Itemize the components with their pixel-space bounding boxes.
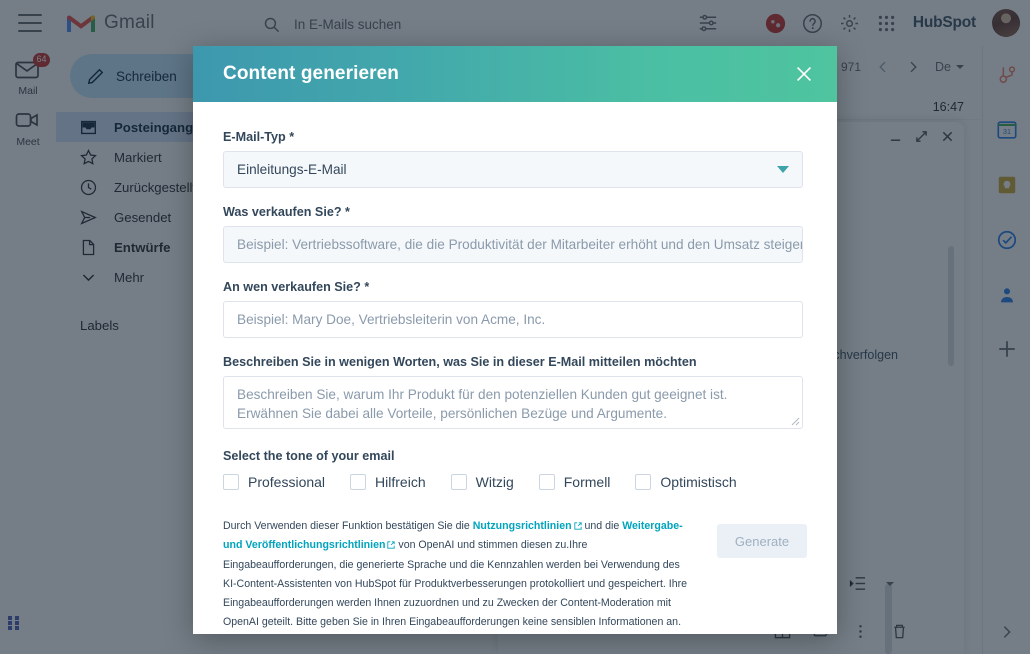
selling-what-placeholder: Beispiel: Vertriebssoftware, die die Pro…: [237, 237, 803, 252]
selling-to-placeholder: Beispiel: Mary Doe, Vertriebsleiterin vo…: [237, 312, 546, 327]
email-type-select[interactable]: Einleitungs-E-Mail: [223, 151, 803, 188]
selling-what-input[interactable]: Beispiel: Vertriebssoftware, die die Pro…: [223, 226, 803, 263]
tone-option-witzig[interactable]: Witzig: [450, 474, 514, 490]
tone-option-hilfreich[interactable]: Hilfreich: [350, 474, 426, 490]
modal-body: E-Mail-Typ * Einleitungs-E-Mail Was verk…: [193, 102, 837, 634]
checkbox-optimistisch[interactable]: [635, 474, 652, 490]
screen: Gmail In E-Mails suchen: [0, 0, 1030, 654]
disclaimer-part2: und die: [581, 520, 623, 532]
tone-label-hilfreich: Hilfreich: [375, 474, 426, 490]
disclaimer-part3: von OpenAI und stimmen diesen zu.Ihre Ei…: [223, 539, 688, 629]
disclaimer-part1: Durch Verwenden dieser Funktion bestätig…: [223, 520, 473, 532]
checkbox-witzig[interactable]: [450, 474, 467, 490]
describe-textarea[interactable]: Beschreiben Sie, warum Ihr Produkt für d…: [223, 376, 803, 429]
tone-option-optimistisch[interactable]: Optimistisch: [635, 474, 737, 490]
email-type-value: Einleitungs-E-Mail: [237, 162, 347, 177]
field-describe: Beschreiben Sie in wenigen Worten, was S…: [223, 355, 807, 429]
label-email-type: E-Mail-Typ *: [223, 130, 295, 144]
modal-header: Content generieren: [193, 46, 837, 102]
tone-option-professional[interactable]: Professional: [223, 474, 325, 490]
resize-grip-icon[interactable]: [791, 417, 800, 426]
describe-placeholder: Beschreiben Sie, warum Ihr Produkt für d…: [237, 387, 728, 421]
field-selling-to: An wen verkaufen Sie? * Beispiel: Mary D…: [223, 280, 807, 338]
content-generator-modal: Content generieren E-Mail-Typ * Einleitu…: [193, 46, 837, 634]
label-tone: Select the tone of your email: [223, 449, 395, 463]
tone-label-optimistisch: Optimistisch: [660, 474, 737, 490]
tone-options: Professional Hilfreich Witzig Formell Op…: [223, 474, 807, 490]
tone-label-formell: Formell: [563, 474, 611, 490]
label-selling-what: Was verkaufen Sie? *: [223, 205, 350, 219]
usage-policy-link[interactable]: Nutzungsrichtlinien: [473, 520, 572, 532]
selling-to-input[interactable]: Beispiel: Mary Doe, Vertriebsleiterin vo…: [223, 301, 803, 338]
checkbox-professional[interactable]: [223, 474, 239, 490]
checkbox-formell[interactable]: [538, 474, 555, 490]
disclaimer-text: Durch Verwenden dieser Funktion bestätig…: [223, 517, 693, 633]
chevron-down-icon: [777, 166, 789, 173]
external-link-icon: [573, 522, 582, 530]
field-selling-what: Was verkaufen Sie? * Beispiel: Vertriebs…: [223, 205, 807, 263]
tone-option-formell[interactable]: Formell: [538, 474, 611, 490]
tone-label-professional: Professional: [248, 474, 326, 490]
field-email-type: E-Mail-Typ * Einleitungs-E-Mail: [223, 130, 807, 188]
tone-label-witzig: Witzig: [475, 474, 514, 490]
checkbox-hilfreich[interactable]: [350, 474, 367, 490]
label-selling-to: An wen verkaufen Sie? *: [223, 280, 370, 294]
close-icon[interactable]: [793, 63, 815, 85]
label-describe: Beschreiben Sie in wenigen Worten, was S…: [223, 355, 697, 369]
generate-button[interactable]: Generate: [717, 524, 807, 558]
modal-title: Content generieren: [223, 63, 399, 84]
